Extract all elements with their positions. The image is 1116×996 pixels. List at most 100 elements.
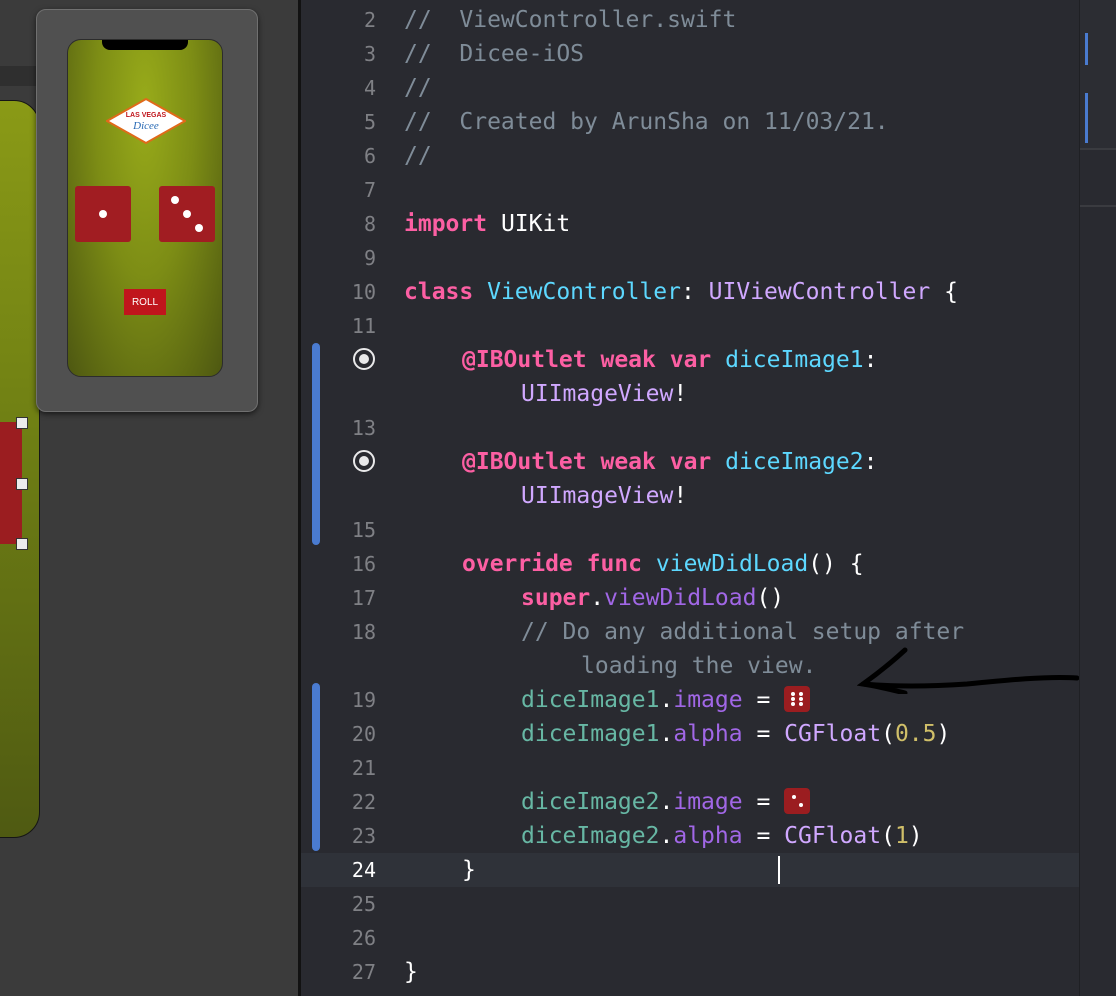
property: alpha <box>673 721 743 747</box>
code-line[interactable]: import UIKit <box>404 207 570 241</box>
keyword: import <box>404 211 488 237</box>
type-name: UIImageView <box>521 381 674 407</box>
line-number: 5 <box>363 110 376 134</box>
attribute: @IBOutlet <box>462 449 587 475</box>
phone-preview-screen: LAS VEGAS Dicee ROLL <box>67 39 223 377</box>
punct: { <box>930 279 958 305</box>
line-number: 13 <box>351 416 376 440</box>
identifier: diceImage1 <box>711 347 864 373</box>
function-name: viewDidLoad <box>642 551 809 577</box>
minimap[interactable] <box>1079 0 1116 996</box>
code-line[interactable]: // <box>404 71 432 105</box>
outlet-connected-icon[interactable] <box>353 348 375 370</box>
left-die-image[interactable] <box>75 186 131 242</box>
die-pip <box>171 196 179 204</box>
line-number: 2 <box>363 8 376 32</box>
arrow-annotation <box>857 647 1080 694</box>
type-name: CGFloat <box>784 823 882 849</box>
property: image <box>673 687 743 713</box>
punct: () { <box>808 551 864 577</box>
code-line[interactable]: // Created by ArunSha on 11/03/21. <box>404 105 889 139</box>
dice-literal-icon[interactable] <box>784 787 811 814</box>
code-line[interactable]: diceImage1.image = <box>521 683 811 717</box>
line-number: 7 <box>363 178 376 202</box>
die-pip <box>195 224 203 232</box>
current-line-highlight <box>301 853 1079 887</box>
code-line[interactable]: override func viewDidLoad() { <box>462 547 864 581</box>
line-number-gutter: 2 3 4 5 6 7 8 9 10 11 13 15 16 17 18 19 … <box>301 0 381 996</box>
resize-handle-middle[interactable] <box>16 478 28 490</box>
code-line[interactable]: // ViewController.swift <box>404 3 736 37</box>
punct: ! <box>673 483 688 509</box>
type-name: CGFloat <box>784 721 882 747</box>
code-line[interactable]: diceImage2.alpha = CGFloat(1) <box>521 819 923 853</box>
code-line[interactable]: // <box>404 139 432 173</box>
line-number: 6 <box>363 144 376 168</box>
roll-button[interactable]: ROLL <box>124 289 166 315</box>
punct: ( <box>881 721 895 747</box>
property: alpha <box>673 823 743 849</box>
text-caret <box>778 856 780 884</box>
right-die-image[interactable] <box>159 186 215 242</box>
code-line[interactable]: } <box>404 955 418 989</box>
code-comment-wrap[interactable]: loading the view. <box>581 649 816 683</box>
dice-literal-icon[interactable] <box>784 685 811 712</box>
phone-notch <box>102 40 188 50</box>
code-line-wrap[interactable]: UIImageView! <box>521 479 687 513</box>
code-line[interactable]: class ViewController: UIViewController { <box>404 275 958 309</box>
keyword: weak <box>586 449 656 475</box>
code-comment[interactable]: // Do any additional setup after <box>521 615 964 649</box>
code-line[interactable]: diceImage1.alpha = CGFloat(0.5) <box>521 717 950 751</box>
resize-handle-top[interactable] <box>16 417 28 429</box>
property: image <box>673 789 743 815</box>
punct: ) <box>936 721 951 747</box>
punct: ( <box>881 823 895 849</box>
punct: : <box>863 449 878 475</box>
line-number: 25 <box>351 892 376 916</box>
line-number: 19 <box>351 688 376 712</box>
punct: ) <box>908 823 923 849</box>
resize-handle-bottom[interactable] <box>16 538 28 550</box>
line-number: 26 <box>351 926 376 950</box>
canvas-toolbar-strip <box>0 66 40 86</box>
number-literal: 1 <box>894 823 909 849</box>
punct: : <box>680 279 709 305</box>
keyword: class <box>404 279 474 305</box>
punct: . <box>659 823 674 849</box>
line-number-current: 24 <box>351 858 376 882</box>
keyword: override <box>462 551 573 577</box>
code-line-wrap[interactable]: UIImageView! <box>521 377 687 411</box>
identifier: diceImage2 <box>711 449 864 475</box>
logo-top-text: LAS VEGAS <box>126 112 167 119</box>
keyword: super <box>521 585 591 611</box>
line-number: 18 <box>351 620 376 644</box>
code-line[interactable]: super.viewDidLoad() <box>521 581 784 615</box>
line-number: 22 <box>351 790 376 814</box>
line-number: 20 <box>351 722 376 746</box>
line-number: 11 <box>351 314 376 338</box>
punct: = <box>742 687 785 713</box>
line-number: 9 <box>363 246 376 270</box>
storyboard-canvas[interactable]: LAS VEGAS Dicee ROLL <box>0 0 298 996</box>
identifier: diceImage2 <box>521 789 660 815</box>
line-number: 27 <box>351 960 376 984</box>
code-editor[interactable]: 2 3 4 5 6 7 8 9 10 11 13 15 16 17 18 19 … <box>301 0 1079 996</box>
minimap-separator <box>1080 148 1116 150</box>
code-line[interactable]: diceImage2.image = <box>521 785 811 819</box>
line-number: 23 <box>351 824 376 848</box>
las-vegas-dicee-logo: LAS VEGAS Dicee <box>106 98 186 144</box>
code-line[interactable]: @IBOutlet weak var diceImage1: <box>462 343 877 377</box>
punct: ! <box>673 381 688 407</box>
keyword: func <box>572 551 643 577</box>
code-line[interactable]: // Dicee-iOS <box>404 37 584 71</box>
line-number: 21 <box>351 756 376 780</box>
minimap-separator <box>1080 205 1116 207</box>
type-name: UIImageView <box>521 483 674 509</box>
identifier: diceImage1 <box>521 687 660 713</box>
code-line[interactable]: @IBOutlet weak var diceImage2: <box>462 445 877 479</box>
punct: . <box>659 721 674 747</box>
line-number: 15 <box>351 518 376 542</box>
outlet-connected-icon[interactable] <box>353 450 375 472</box>
code-line-current[interactable]: } <box>462 853 476 887</box>
keyword: weak <box>586 347 656 373</box>
